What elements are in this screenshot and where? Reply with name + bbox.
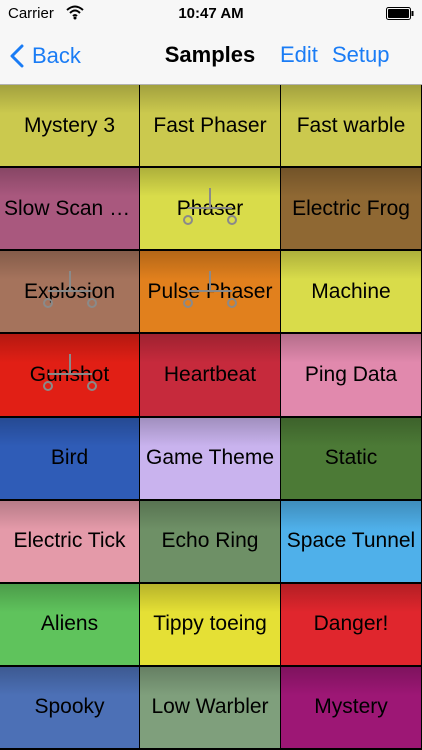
setup-button[interactable]: Setup <box>332 42 390 68</box>
chevron-left-icon <box>10 44 24 68</box>
sample-tile-label: Game Theme <box>146 446 274 470</box>
sample-tile-label: Mystery 3 <box>23 113 115 137</box>
sample-tile-label: Phaser <box>176 196 244 220</box>
sample-tile[interactable]: Space Tunnel <box>281 500 422 584</box>
sample-tile[interactable]: Machine <box>281 251 422 335</box>
sample-tile[interactable]: Fast Phaser <box>140 85 281 169</box>
sample-tile[interactable]: Danger! <box>281 583 422 667</box>
sample-tile[interactable]: Echo Ring <box>140 500 281 584</box>
sample-tile[interactable]: Explosion <box>0 251 140 335</box>
sample-tile-label: Spooky <box>34 695 105 719</box>
status-bar: Carrier 10:47 AM <box>0 0 422 28</box>
sample-tile[interactable]: Gunshot <box>0 334 140 418</box>
sample-tile-label: Static <box>324 446 378 470</box>
battery-icon <box>386 7 414 20</box>
sample-tile[interactable]: Low Warbler <box>140 666 281 750</box>
sample-tile[interactable]: Electric Tick <box>0 500 140 584</box>
sample-tile-label: Gunshot <box>29 362 110 386</box>
app-screen: Carrier 10:47 AM Back Samples Edit Setup… <box>0 0 422 750</box>
sample-tile[interactable]: Heartbeat <box>140 334 281 418</box>
sample-tile[interactable]: Spooky <box>0 666 140 750</box>
page-title: Samples <box>164 42 256 67</box>
sample-tile-label: Machine <box>311 279 391 303</box>
sample-tile[interactable]: Electric Frog <box>281 168 422 252</box>
sample-tile-label: Space Tunnel <box>286 529 416 553</box>
sample-tile-label: Ping Data <box>304 362 398 386</box>
sample-tile[interactable]: Mystery 3 <box>0 85 140 169</box>
sample-tile-label: Tippy toeing <box>153 612 267 636</box>
sample-tile[interactable]: Ping Data <box>281 334 422 418</box>
sample-tile-label: Electric Frog <box>292 196 410 220</box>
sample-tile-label: Danger! <box>313 612 389 636</box>
back-button[interactable]: Back <box>10 38 81 74</box>
sample-tile-label: Slow Scan Phaser <box>4 196 139 220</box>
back-label: Back <box>32 43 81 68</box>
sample-tile-label: Fast warble <box>296 113 406 137</box>
sample-tile-label: Aliens <box>40 612 99 636</box>
sample-tile[interactable]: Fast warble <box>281 85 422 169</box>
sample-tile-label: Bird <box>50 446 89 470</box>
sample-tile[interactable]: Tippy toeing <box>140 583 281 667</box>
edit-button[interactable]: Edit <box>280 42 318 68</box>
sample-tile-label: Heartbeat <box>163 362 257 386</box>
sample-tile-label: Electric Tick <box>13 529 126 553</box>
sample-tile-label: Fast Phaser <box>153 113 267 137</box>
sample-tile[interactable]: Aliens <box>0 583 140 667</box>
sample-tile-label: Pulse Phaser <box>147 279 273 303</box>
sample-tile-label: Explosion <box>23 279 116 303</box>
sample-tile[interactable]: Pulse Phaser <box>140 251 281 335</box>
sample-tile-label: Echo Ring <box>161 529 259 553</box>
sample-tile[interactable]: Game Theme <box>140 417 281 501</box>
sample-tile-label: Mystery <box>314 695 388 719</box>
sample-tile[interactable]: Static <box>281 417 422 501</box>
sample-tile-label: Low Warbler <box>151 695 269 719</box>
sample-tile[interactable]: Slow Scan Phaser <box>0 168 140 252</box>
sample-tile[interactable]: Phaser <box>140 168 281 252</box>
status-time: 10:47 AM <box>178 5 244 22</box>
sample-tile[interactable]: Mystery <box>281 666 422 750</box>
sample-tile[interactable]: Bird <box>0 417 140 501</box>
navigation-bar: Back Samples Edit Setup <box>0 28 422 85</box>
samples-grid: Mystery 3 Fast Phaser Fast warble Slow Scan… <box>0 85 422 750</box>
